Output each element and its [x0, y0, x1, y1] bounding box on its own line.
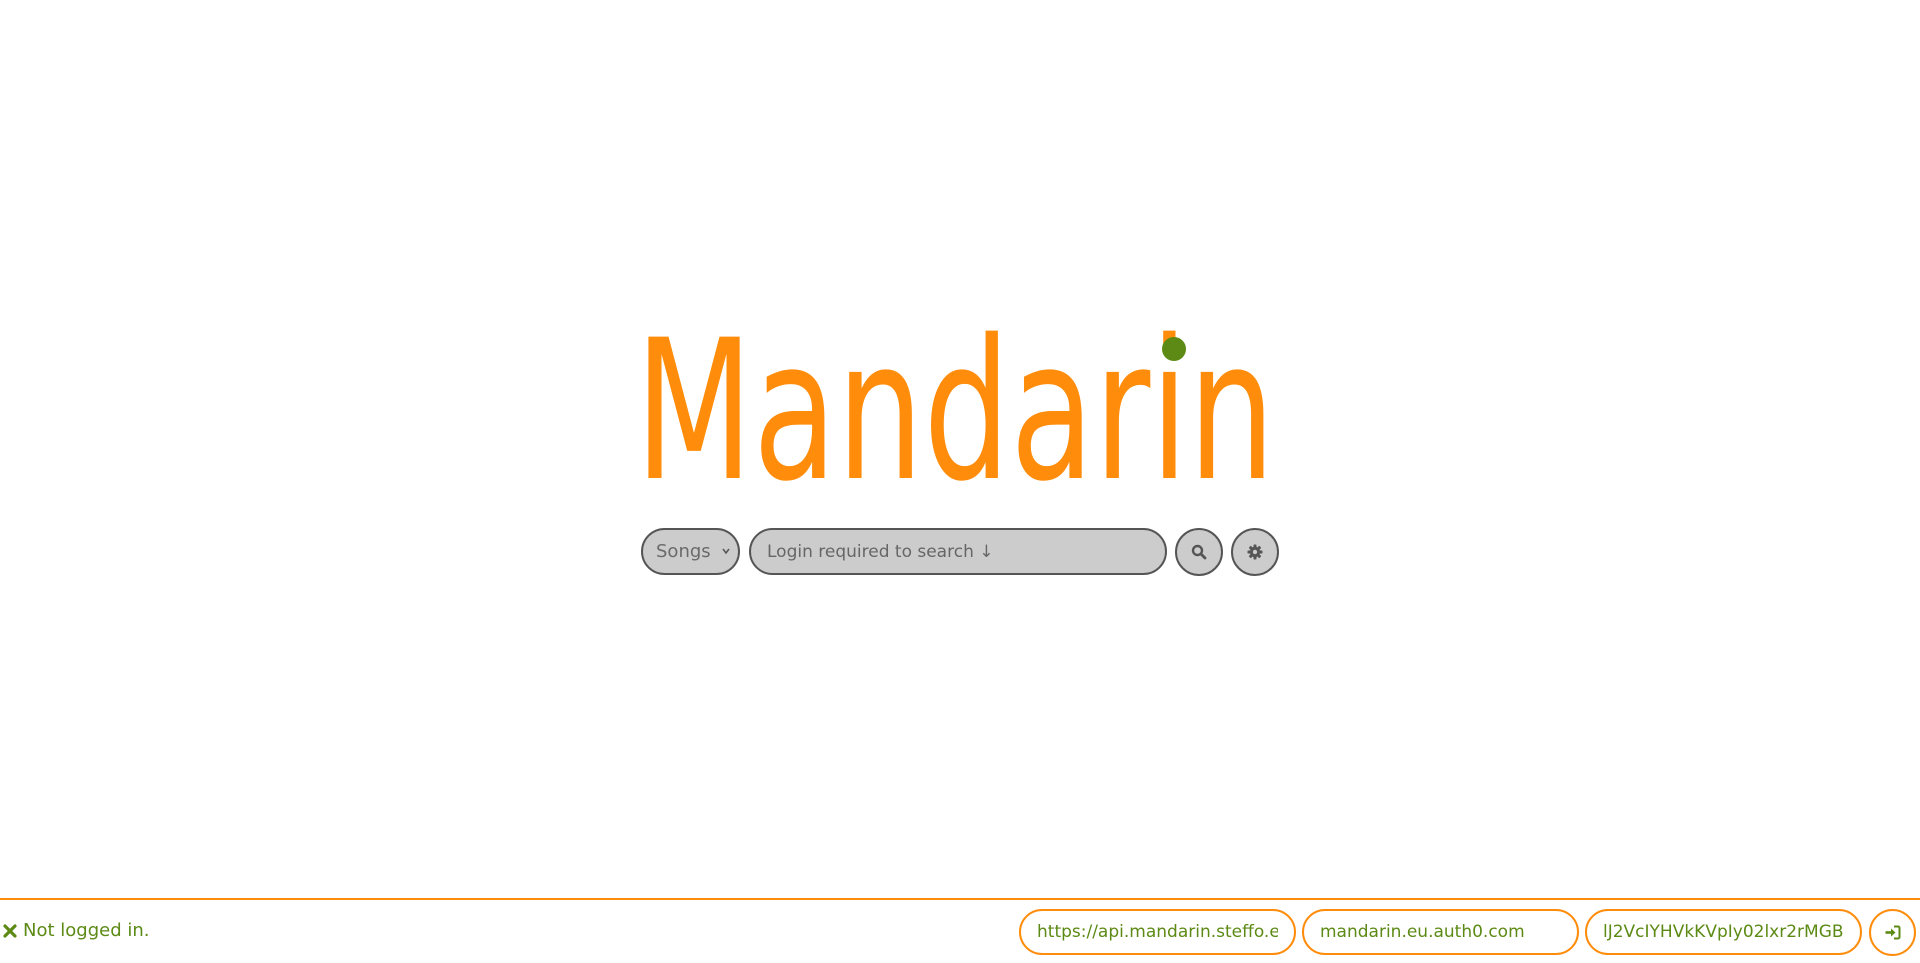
mandarin-logo: Mandarin — [635, 318, 1285, 488]
api-url-field[interactable] — [1019, 909, 1296, 955]
login-button[interactable] — [1869, 909, 1916, 956]
category-select[interactable]: Songs — [641, 528, 740, 575]
search-button[interactable] — [1175, 527, 1223, 576]
footer-bar: Not logged in. — [0, 898, 1920, 963]
page: Mandarin Songs Login required to search … — [0, 0, 1920, 963]
search-icon — [1191, 544, 1207, 559]
login-status-text: Not logged in. — [23, 920, 150, 941]
close-icon — [3, 923, 17, 938]
logo-dot — [1162, 337, 1186, 361]
login-status: Not logged in. — [3, 920, 149, 941]
sign-in-icon — [1885, 925, 1901, 940]
search-bar: Songs — [641, 527, 1279, 576]
client-id-field[interactable] — [1585, 909, 1862, 955]
category-select-value: Songs — [656, 541, 711, 562]
auth-domain-field[interactable] — [1302, 909, 1579, 955]
settings-button[interactable] — [1231, 527, 1279, 576]
gear-icon — [1247, 544, 1263, 559]
search-input[interactable] — [749, 528, 1167, 575]
chevron-down-icon — [722, 548, 730, 555]
